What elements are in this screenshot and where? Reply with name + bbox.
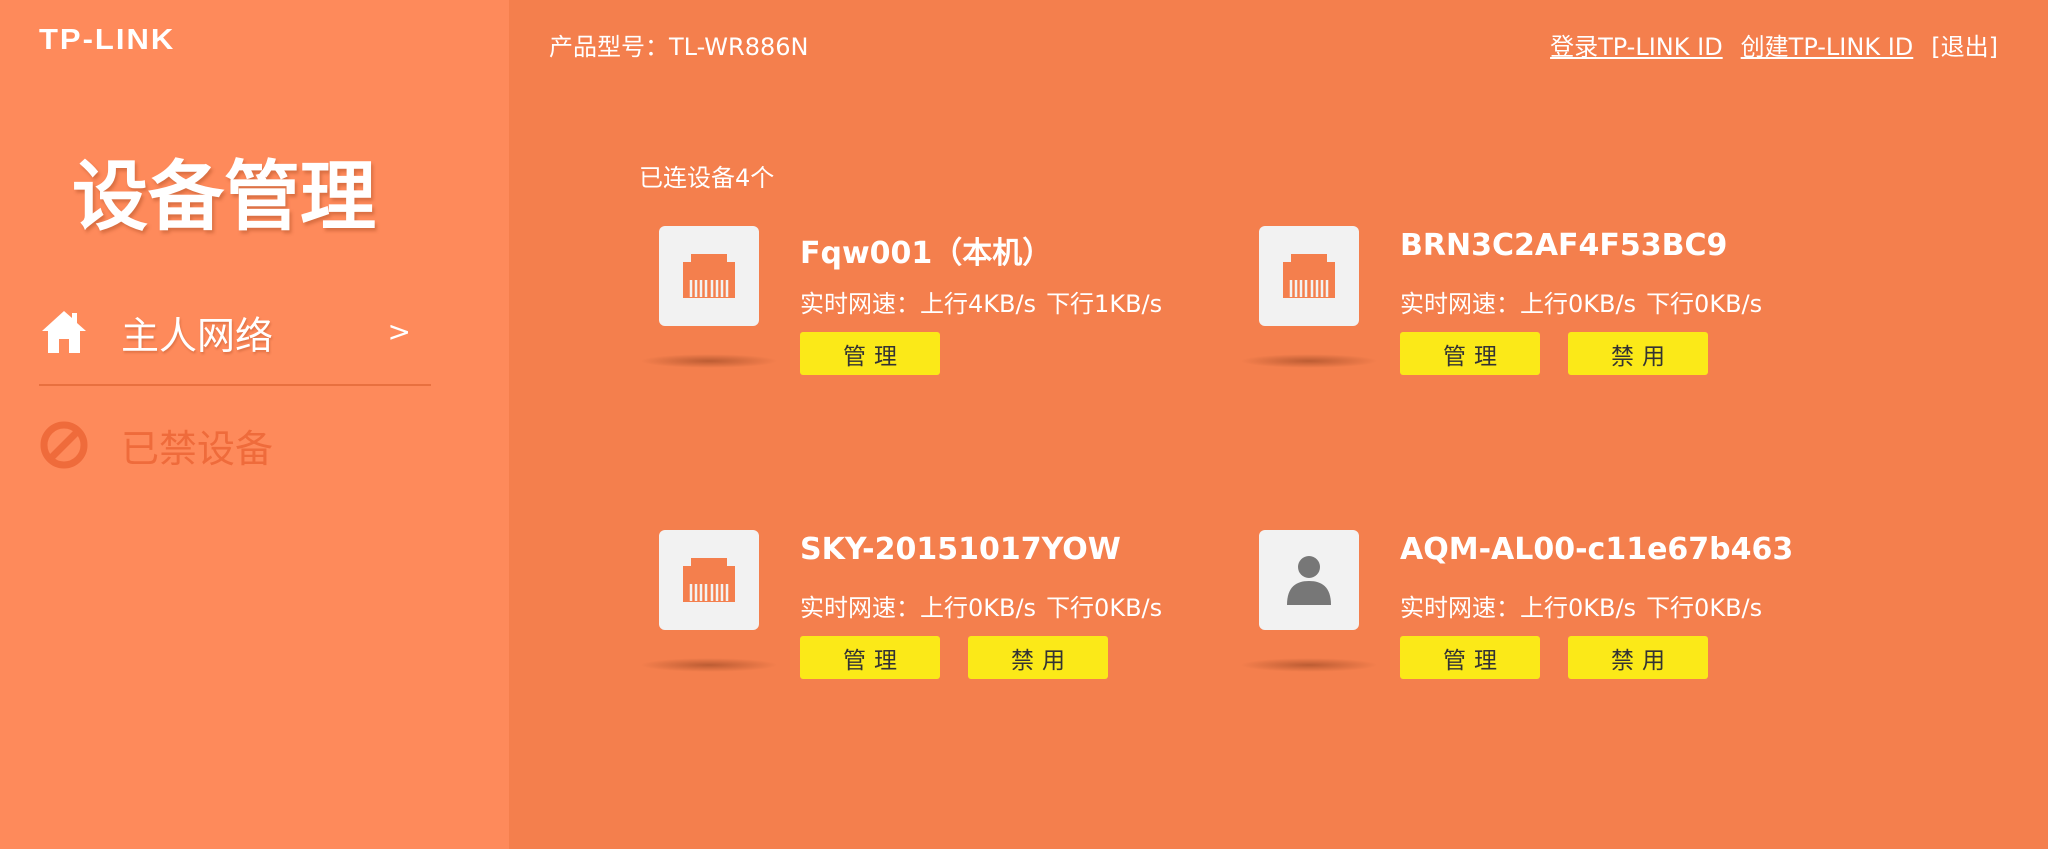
disable-button[interactable]: 禁用 <box>968 636 1108 679</box>
speed-label: 实时网速： <box>800 594 920 622</box>
device-name: Fqw001（本机） <box>800 236 1053 271</box>
device-card: BRN3C2AF4F53BC9 实时网速：上行0KB/s 下行0KB/s 管理 禁… <box>1240 226 1800 426</box>
speed-label: 实时网速： <box>1400 594 1520 622</box>
device-icon-box <box>1259 226 1359 326</box>
manage-button[interactable]: 管理 <box>1400 332 1540 375</box>
ethernet-port-icon <box>683 558 735 602</box>
ethernet-port-icon <box>683 254 735 298</box>
connected-device-count: 已连设备4个 <box>639 164 775 192</box>
download-speed: 下行0KB/s <box>1646 290 1763 318</box>
sidebar-item-label: 已禁设备 <box>121 426 274 471</box>
device-speed: 实时网速：上行0KB/s 下行0KB/s <box>800 588 1172 623</box>
sidebar-item-label: 主人网络 <box>121 313 274 358</box>
sidebar-divider <box>39 384 431 386</box>
device-name: AQM-AL00-c11e67b463 <box>1400 532 1794 567</box>
sidebar: TP-LINK 设备管理 主人网络 > 已禁设备 <box>0 0 509 849</box>
device-icon-box <box>659 226 759 326</box>
device-name: BRN3C2AF4F53BC9 <box>1400 228 1728 263</box>
device-icon-box <box>1259 530 1359 630</box>
download-speed: 下行0KB/s <box>1646 594 1763 622</box>
speed-label: 实时网速： <box>1400 290 1520 318</box>
disable-button[interactable]: 禁用 <box>1568 332 1708 375</box>
disable-button[interactable]: 禁用 <box>1568 636 1708 679</box>
chevron-right-icon: > <box>387 315 411 348</box>
download-speed: 下行0KB/s <box>1046 594 1163 622</box>
download-speed: 下行1KB/s <box>1046 290 1163 318</box>
icon-shadow <box>640 658 778 672</box>
tp-link-logo: TP-LINK <box>39 23 176 56</box>
home-icon <box>42 311 86 353</box>
icon-shadow <box>1240 354 1378 368</box>
device-speed: 实时网速：上行0KB/s 下行0KB/s <box>1400 284 1772 319</box>
ban-icon <box>40 421 88 469</box>
sidebar-title: 设备管理 <box>72 152 376 241</box>
product-model: 产品型号：TL-WR886N <box>549 33 809 61</box>
upload-speed: 上行0KB/s <box>1520 594 1637 622</box>
device-card: SKY-20151017YOW 实时网速：上行0KB/s 下行0KB/s 管理 禁… <box>640 530 1200 730</box>
manage-button[interactable]: 管理 <box>1400 636 1540 679</box>
device-speed: 实时网速：上行4KB/s 下行1KB/s <box>800 284 1172 319</box>
device-card: Fqw001（本机） 实时网速：上行4KB/s 下行1KB/s 管理 <box>640 226 1200 426</box>
sidebar-item-host-network[interactable]: 主人网络 > <box>39 297 431 367</box>
person-icon <box>1287 556 1331 605</box>
upload-speed: 上行4KB/s <box>920 290 1037 318</box>
manage-button[interactable]: 管理 <box>800 332 940 375</box>
device-card: AQM-AL00-c11e67b463 实时网速：上行0KB/s 下行0KB/s … <box>1240 530 1800 730</box>
ethernet-port-icon <box>1283 254 1335 298</box>
icon-shadow <box>640 354 778 368</box>
create-tplink-id-link[interactable]: 创建TP-LINK ID <box>1741 27 1914 62</box>
login-tplink-id-link[interactable]: 登录TP-LINK ID <box>1550 27 1723 62</box>
speed-label: 实时网速： <box>800 290 920 318</box>
manage-button[interactable]: 管理 <box>800 636 940 679</box>
logout-link[interactable]: [退出] <box>1931 27 1998 62</box>
sidebar-item-blocked-devices[interactable]: 已禁设备 <box>39 410 431 480</box>
device-speed: 实时网速：上行0KB/s 下行0KB/s <box>1400 588 1772 623</box>
icon-shadow <box>1240 658 1378 672</box>
account-links: 登录TP-LINK ID 创建TP-LINK ID [退出] <box>1550 27 1998 62</box>
device-icon-box <box>659 530 759 630</box>
device-name: SKY-20151017YOW <box>800 532 1121 567</box>
upload-speed: 上行0KB/s <box>920 594 1037 622</box>
upload-speed: 上行0KB/s <box>1520 290 1637 318</box>
